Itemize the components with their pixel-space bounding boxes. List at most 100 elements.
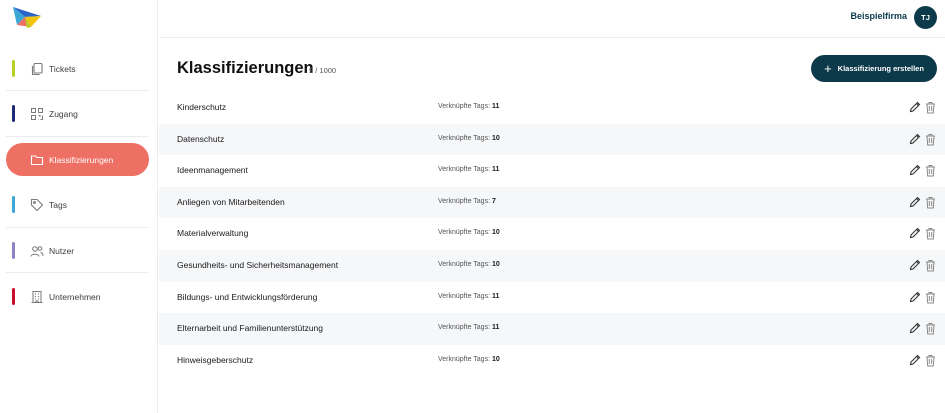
trash-icon[interactable] — [925, 291, 936, 304]
classification-name: Materialverwaltung — [177, 228, 249, 239]
table-row[interactable]: Bildungs- und Entwicklungsförderung Verkn… — [159, 282, 945, 314]
linked-tags-count: 7 — [491, 197, 496, 205]
table-row[interactable]: Gesundheits- und Sicherheitsmanagement Ve… — [159, 249, 945, 282]
folder-icon — [30, 155, 44, 166]
linked-tags-label: Verknüpfte Tags: — [438, 260, 491, 268]
linked-tags: Verknüpfte Tags: 11 — [438, 293, 499, 300]
sidebar-item-label: Klassifizierungen — [49, 155, 114, 165]
pencil-icon[interactable] — [909, 227, 921, 239]
create-classification-button[interactable]: + Klassifizierung erstellen — [811, 55, 937, 82]
linked-tags-label: Verknüpfte Tags: — [438, 166, 491, 174]
pencil-icon[interactable] — [909, 196, 921, 208]
sidebar-item-label: Tickets — [49, 64, 76, 74]
pencil-icon[interactable] — [909, 101, 921, 113]
linked-tags: Verknüpfte Tags: 10 — [438, 356, 500, 363]
page-title: Klassifizierungen — [177, 59, 314, 77]
plus-icon: + — [824, 61, 832, 76]
table-row[interactable]: Datenschutz Verknüpfte Tags: 10 — [159, 123, 945, 156]
classification-name: Anliegen von Mitarbeitenden — [177, 196, 285, 207]
classification-count: 9 / 1000 — [309, 66, 337, 75]
classification-name: Bildungs- und Entwicklungsförderung — [177, 291, 318, 302]
linked-tags: Verknüpfte Tags: 10 — [438, 229, 500, 236]
linked-tags-label: Verknüpfte Tags: — [438, 324, 491, 332]
zugang-color-bar — [12, 105, 15, 122]
sidebar-item-label: Unternehmen — [49, 292, 101, 302]
linked-tags-count: 10 — [491, 134, 500, 142]
linked-tags-count: 10 — [491, 260, 500, 268]
linked-tags-label: Verknüpfte Tags: — [438, 197, 491, 205]
unternehmen-color-bar — [12, 288, 15, 305]
sidebar-item-klassifizierungen[interactable]: Klassifizierungen — [6, 143, 149, 176]
linked-tags-label: Verknüpfte Tags: — [438, 103, 491, 110]
building-icon — [31, 291, 43, 303]
linked-tags-count: 10 — [491, 229, 500, 237]
tag-icon — [30, 198, 44, 212]
nutzer-color-bar — [12, 242, 15, 259]
trash-icon[interactable] — [925, 164, 936, 177]
pencil-icon[interactable] — [909, 133, 921, 145]
table-row[interactable]: Elternarbeit und Familienunterstützung Ve… — [159, 313, 945, 345]
linked-tags-label: Verknüpfte Tags: — [438, 134, 491, 142]
pencil-icon[interactable] — [909, 322, 921, 334]
linked-tags-count: 10 — [491, 355, 500, 363]
topbar: Beispielfirma TJ — [159, 0, 945, 38]
sidebar-item-label: Tags — [49, 200, 67, 210]
pencil-icon[interactable] — [909, 164, 921, 176]
sidebar-item-label: Nutzer — [49, 246, 75, 256]
divider — [6, 136, 149, 137]
divider — [6, 90, 149, 91]
sidebar-item-nutzer[interactable]: Nutzer — [0, 234, 158, 268]
sidebar-item-tickets[interactable]: Tickets — [0, 52, 158, 86]
linked-tags-label: Verknüpfte Tags: — [438, 292, 491, 300]
trash-icon[interactable] — [925, 354, 936, 367]
trash-icon[interactable] — [925, 259, 936, 272]
linked-tags-label: Verknüpfte Tags: — [438, 355, 491, 363]
linked-tags-count: 11 — [491, 166, 500, 174]
classification-name: Gesundheits- und Sicherheitsmanagement — [177, 259, 339, 270]
pencil-icon[interactable] — [909, 291, 921, 303]
classification-list: Kinderschutz Verknüpfte Tags: 11 Datenschu… — [159, 92, 945, 376]
linked-tags: Verknüpfte Tags: 7 — [438, 198, 496, 205]
linked-tags-label: Verknüpfte Tags: — [438, 229, 491, 237]
pencil-icon[interactable] — [909, 354, 921, 366]
users-icon — [30, 246, 44, 257]
sidebar-item-tags[interactable]: Tags — [0, 188, 158, 222]
tags-color-bar — [12, 196, 15, 213]
table-row[interactable]: Kinderschutz Verknüpfte Tags: 11 — [159, 92, 945, 124]
linked-tags-count: 11 — [491, 103, 500, 110]
create-button-label: Klassifizierung erstellen — [837, 64, 924, 73]
sidebar-item-zugang[interactable]: Zugang — [0, 97, 158, 131]
qr-code-icon — [31, 108, 43, 120]
trash-icon[interactable] — [925, 322, 936, 335]
trash-icon[interactable] — [925, 101, 936, 114]
linked-tags-count: 11 — [491, 292, 500, 300]
linked-tags: Verknüpfte Tags: 11 — [438, 166, 499, 173]
sidebar: Tickets Zugang Klassifizierungen Tags Nu… — [0, 0, 158, 413]
classification-name: Datenschutz — [177, 133, 225, 144]
avatar[interactable]: TJ — [914, 6, 937, 29]
sidebar-item-unternehmen[interactable]: Unternehmen — [0, 280, 158, 314]
logo-icon — [13, 7, 41, 28]
linked-tags: Verknüpfte Tags: 10 — [438, 261, 500, 268]
company-name[interactable]: Beispielfirma — [850, 11, 907, 21]
classification-name: Ideenmanagement — [177, 165, 248, 176]
divider — [6, 227, 149, 228]
copy-icon — [31, 62, 43, 76]
sidebar-item-label: Zugang — [49, 109, 78, 119]
linked-tags: Verknüpfte Tags: 11 — [438, 324, 499, 331]
trash-icon[interactable] — [925, 227, 936, 240]
table-row[interactable]: Ideenmanagement Verknüpfte Tags: 11 — [159, 155, 945, 187]
linked-tags: Verknüpfte Tags: 10 — [438, 135, 500, 142]
classification-name: Hinweisgeberschutz — [177, 354, 254, 365]
trash-icon[interactable] — [925, 133, 936, 146]
classification-name: Kinderschutz — [177, 102, 227, 112]
table-row[interactable]: Materialverwaltung Verknüpfte Tags: 10 — [159, 218, 945, 250]
table-row[interactable]: Anliegen von Mitarbeitenden Verknüpfte Ta… — [159, 186, 945, 219]
trash-icon[interactable] — [925, 196, 936, 209]
linked-tags: Verknüpfte Tags: 11 — [438, 103, 499, 110]
table-row[interactable]: Hinweisgeberschutz Verknüpfte Tags: 10 — [159, 345, 945, 377]
pencil-icon[interactable] — [909, 259, 921, 271]
tickets-color-bar — [12, 60, 15, 77]
divider — [6, 272, 149, 273]
classification-name: Elternarbeit und Familienunterstützung — [177, 323, 323, 334]
